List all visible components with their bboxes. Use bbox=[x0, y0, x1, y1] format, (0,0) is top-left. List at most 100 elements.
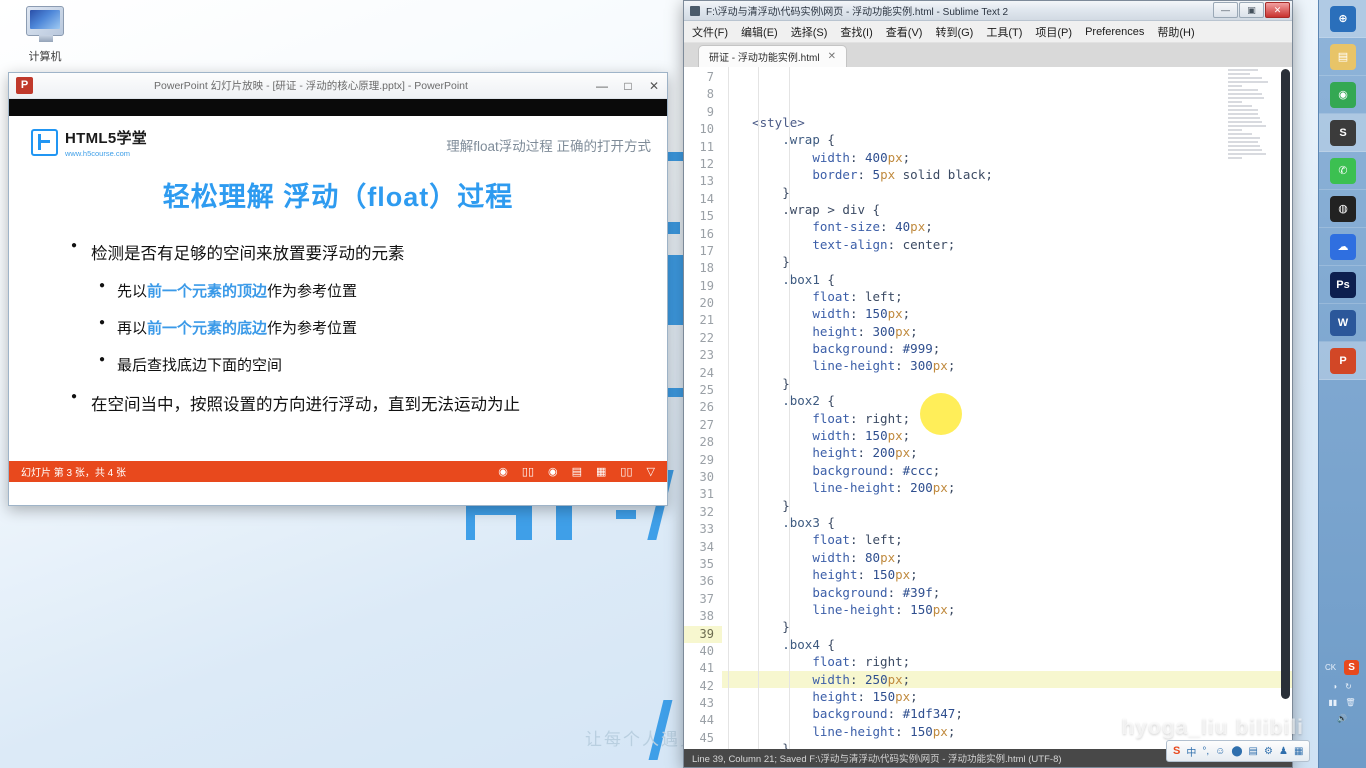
sogou-ime-toolbar[interactable]: S 中 °, ☺ ⬤ ▤ ⚙ ♟ ▦ bbox=[1166, 740, 1311, 762]
code-line[interactable]: height: 150px; bbox=[722, 688, 1292, 705]
editor-tab[interactable]: 研证 - 浮动功能实例.html ✕ bbox=[698, 45, 847, 67]
recycle-bin-icon[interactable]: 🗑 bbox=[1345, 698, 1355, 707]
dock-item-wechat[interactable]: ✆ bbox=[1319, 152, 1366, 190]
code-line[interactable]: .box1 { bbox=[722, 271, 1292, 288]
sublime-titlebar[interactable]: F:\浮动与清浮动\代码实例\网页 - 浮动功能实例.html - Sublim… bbox=[684, 1, 1292, 21]
code-line[interactable]: float: right; bbox=[722, 410, 1292, 427]
menu-edit[interactable]: 编辑(E) bbox=[741, 24, 778, 40]
ime-emoji-icon[interactable]: ☺ bbox=[1215, 746, 1225, 757]
code-line[interactable]: .wrap { bbox=[722, 131, 1292, 148]
menu-project[interactable]: 项目(P) bbox=[1035, 24, 1072, 40]
st-maximize-button[interactable]: ▣ bbox=[1239, 2, 1264, 18]
slide-canvas[interactable]: HTML5学堂 www.h5course.com 理解float浮动过程 正确的… bbox=[9, 116, 667, 461]
dock-item-baidu-netdisk[interactable]: ☁ bbox=[1319, 228, 1366, 266]
code-line[interactable]: line-height: 150px; bbox=[722, 601, 1292, 618]
sublime-menubar[interactable]: 文件(F) 编辑(E) 选择(S) 查找(I) 查看(V) 转到(G) 工具(T… bbox=[684, 21, 1292, 43]
code-line[interactable]: <style> bbox=[722, 114, 1292, 131]
code-line[interactable]: .wrap > div { bbox=[722, 201, 1292, 218]
dock-item-color-wheel[interactable]: ◍ bbox=[1319, 190, 1366, 228]
ppt-maximize-button[interactable]: □ bbox=[615, 79, 641, 93]
code-line[interactable]: } bbox=[722, 253, 1292, 270]
sublime-text-window[interactable]: F:\浮动与清浮动\代码实例\网页 - 浮动功能实例.html - Sublim… bbox=[683, 0, 1293, 768]
ime-keyboard-icon[interactable]: ▤ bbox=[1249, 746, 1258, 757]
dock-item-photoshop[interactable]: Ps bbox=[1319, 266, 1366, 304]
tray-row[interactable]: ▮▮ 🗑 bbox=[1329, 698, 1356, 707]
code-line[interactable]: width: 150px; bbox=[722, 305, 1292, 322]
ime-punctuation-icon[interactable]: °, bbox=[1202, 746, 1209, 757]
ppt-close-button[interactable]: ✕ bbox=[641, 79, 667, 93]
ppt-minimize-button[interactable]: — bbox=[589, 79, 615, 93]
code-line[interactable]: width: 400px; bbox=[722, 149, 1292, 166]
code-line[interactable]: width: 150px; bbox=[722, 427, 1292, 444]
powerpoint-titlebar[interactable]: P PowerPoint 幻灯片放映 - [研证 - 浮动的核心原理.pptx]… bbox=[9, 73, 667, 99]
desktop-icon-computer[interactable]: 计算机 bbox=[10, 6, 80, 64]
powerpoint-window[interactable]: P PowerPoint 幻灯片放映 - [研证 - 浮动的核心原理.pptx]… bbox=[8, 72, 668, 506]
code-line[interactable]: } bbox=[722, 618, 1292, 635]
menu-file[interactable]: 文件(F) bbox=[692, 24, 728, 40]
st-minimize-button[interactable]: — bbox=[1213, 2, 1238, 18]
code-line[interactable]: float: left; bbox=[722, 531, 1292, 548]
dock-item-chrome[interactable]: ◉ bbox=[1319, 76, 1366, 114]
dock-item-sublime-text[interactable]: S bbox=[1319, 114, 1366, 152]
menu-goto[interactable]: 转到(G) bbox=[935, 24, 973, 40]
code-line[interactable]: width: 250px; bbox=[722, 670, 1292, 688]
sync-icon[interactable]: ↻ bbox=[1345, 682, 1352, 691]
dock-item-word[interactable]: W bbox=[1319, 304, 1366, 342]
code-line[interactable]: border: 5px solid black; bbox=[722, 166, 1292, 183]
window-controls[interactable]: — ▣ ✕ bbox=[1213, 2, 1290, 18]
next-slide-icon[interactable]: ◉ bbox=[548, 465, 558, 478]
grid-view-icon[interactable]: ▦ bbox=[596, 465, 606, 478]
volume-icon[interactable]: 🔊 bbox=[1337, 714, 1347, 723]
code-line[interactable]: background: #ccc; bbox=[722, 462, 1292, 479]
notes-icon[interactable]: ▤ bbox=[572, 465, 582, 478]
dock-item-powerpoint[interactable]: P bbox=[1319, 342, 1366, 380]
code-line[interactable]: .box4 { bbox=[722, 636, 1292, 653]
code-line[interactable]: } bbox=[722, 375, 1292, 392]
code-line[interactable]: font-size: 40px; bbox=[722, 218, 1292, 235]
menu-preferences[interactable]: Preferences bbox=[1085, 26, 1144, 38]
tray-row[interactable]: ◑ ↻ bbox=[1332, 682, 1352, 691]
code-line[interactable]: height: 300px; bbox=[722, 323, 1292, 340]
ime-skin-icon[interactable]: ♟ bbox=[1279, 746, 1288, 757]
menu-selection[interactable]: 选择(S) bbox=[791, 24, 828, 40]
ime-mode-chinese[interactable]: 中 bbox=[1186, 744, 1196, 759]
code-line[interactable]: float: left; bbox=[722, 288, 1292, 305]
code-line[interactable]: background: #39f; bbox=[722, 584, 1292, 601]
zoom-icon[interactable]: ▯▯ bbox=[620, 465, 632, 478]
code-line[interactable]: width: 80px; bbox=[722, 549, 1292, 566]
network-icon[interactable]: ◑ bbox=[1332, 682, 1337, 691]
code-line[interactable]: } bbox=[722, 497, 1292, 514]
tray-row[interactable]: CK S bbox=[1325, 660, 1360, 675]
code-line[interactable]: height: 150px; bbox=[722, 566, 1292, 583]
pen-tool-icon[interactable]: ▯▯ bbox=[522, 465, 534, 478]
code-line[interactable]: .box3 { bbox=[722, 514, 1292, 531]
ime-voice-icon[interactable]: ⬤ bbox=[1231, 746, 1242, 757]
code-editor[interactable]: 7 8 9 10 11 12 13 14 15 16 17 18 19 20 21 22 23 24 25 26 27 2… bbox=[684, 67, 1292, 749]
code-line[interactable]: height: 200px; bbox=[722, 444, 1292, 461]
sogou-logo-icon[interactable]: S bbox=[1173, 745, 1180, 757]
code-line[interactable]: line-height: 300px; bbox=[722, 357, 1292, 374]
menu-find[interactable]: 查找(I) bbox=[840, 24, 872, 40]
code-line[interactable]: background: #999; bbox=[722, 340, 1292, 357]
prev-slide-icon[interactable]: ◉ bbox=[498, 465, 508, 478]
sublime-tabbar[interactable]: 研证 - 浮动功能实例.html ✕ bbox=[684, 43, 1292, 67]
menu-tools[interactable]: 工具(T) bbox=[986, 24, 1022, 40]
ime-settings-icon[interactable]: ⚙ bbox=[1264, 746, 1273, 757]
code-line[interactable]: float: right; bbox=[722, 653, 1292, 670]
slideshow-controls[interactable]: ◉ ▯▯ ◉ ▤ ▦ ▯▯ ▽ bbox=[498, 465, 655, 478]
code-line[interactable]: text-align: center; bbox=[722, 236, 1292, 253]
st-close-button[interactable]: ✕ bbox=[1265, 2, 1290, 18]
more-options-icon[interactable]: ▽ bbox=[647, 465, 655, 478]
tray-row[interactable]: 🔊 bbox=[1337, 714, 1347, 723]
menu-view[interactable]: 查看(V) bbox=[886, 24, 923, 40]
sogou-tray-icon[interactable]: S bbox=[1344, 660, 1360, 675]
menu-help[interactable]: 帮助(H) bbox=[1157, 24, 1194, 40]
ime-toolbox-icon[interactable]: ▦ bbox=[1294, 746, 1303, 757]
close-icon[interactable]: ✕ bbox=[828, 51, 836, 62]
code-minimap[interactable] bbox=[1222, 67, 1278, 187]
editor-vertical-scrollbar[interactable] bbox=[1281, 69, 1290, 699]
dock-item-start-orb[interactable]: ⊕ bbox=[1319, 0, 1366, 38]
code-line[interactable]: .box2 { bbox=[722, 392, 1292, 409]
code-line[interactable]: } bbox=[722, 184, 1292, 201]
dock-item-file-explorer[interactable]: ▤ bbox=[1319, 38, 1366, 76]
